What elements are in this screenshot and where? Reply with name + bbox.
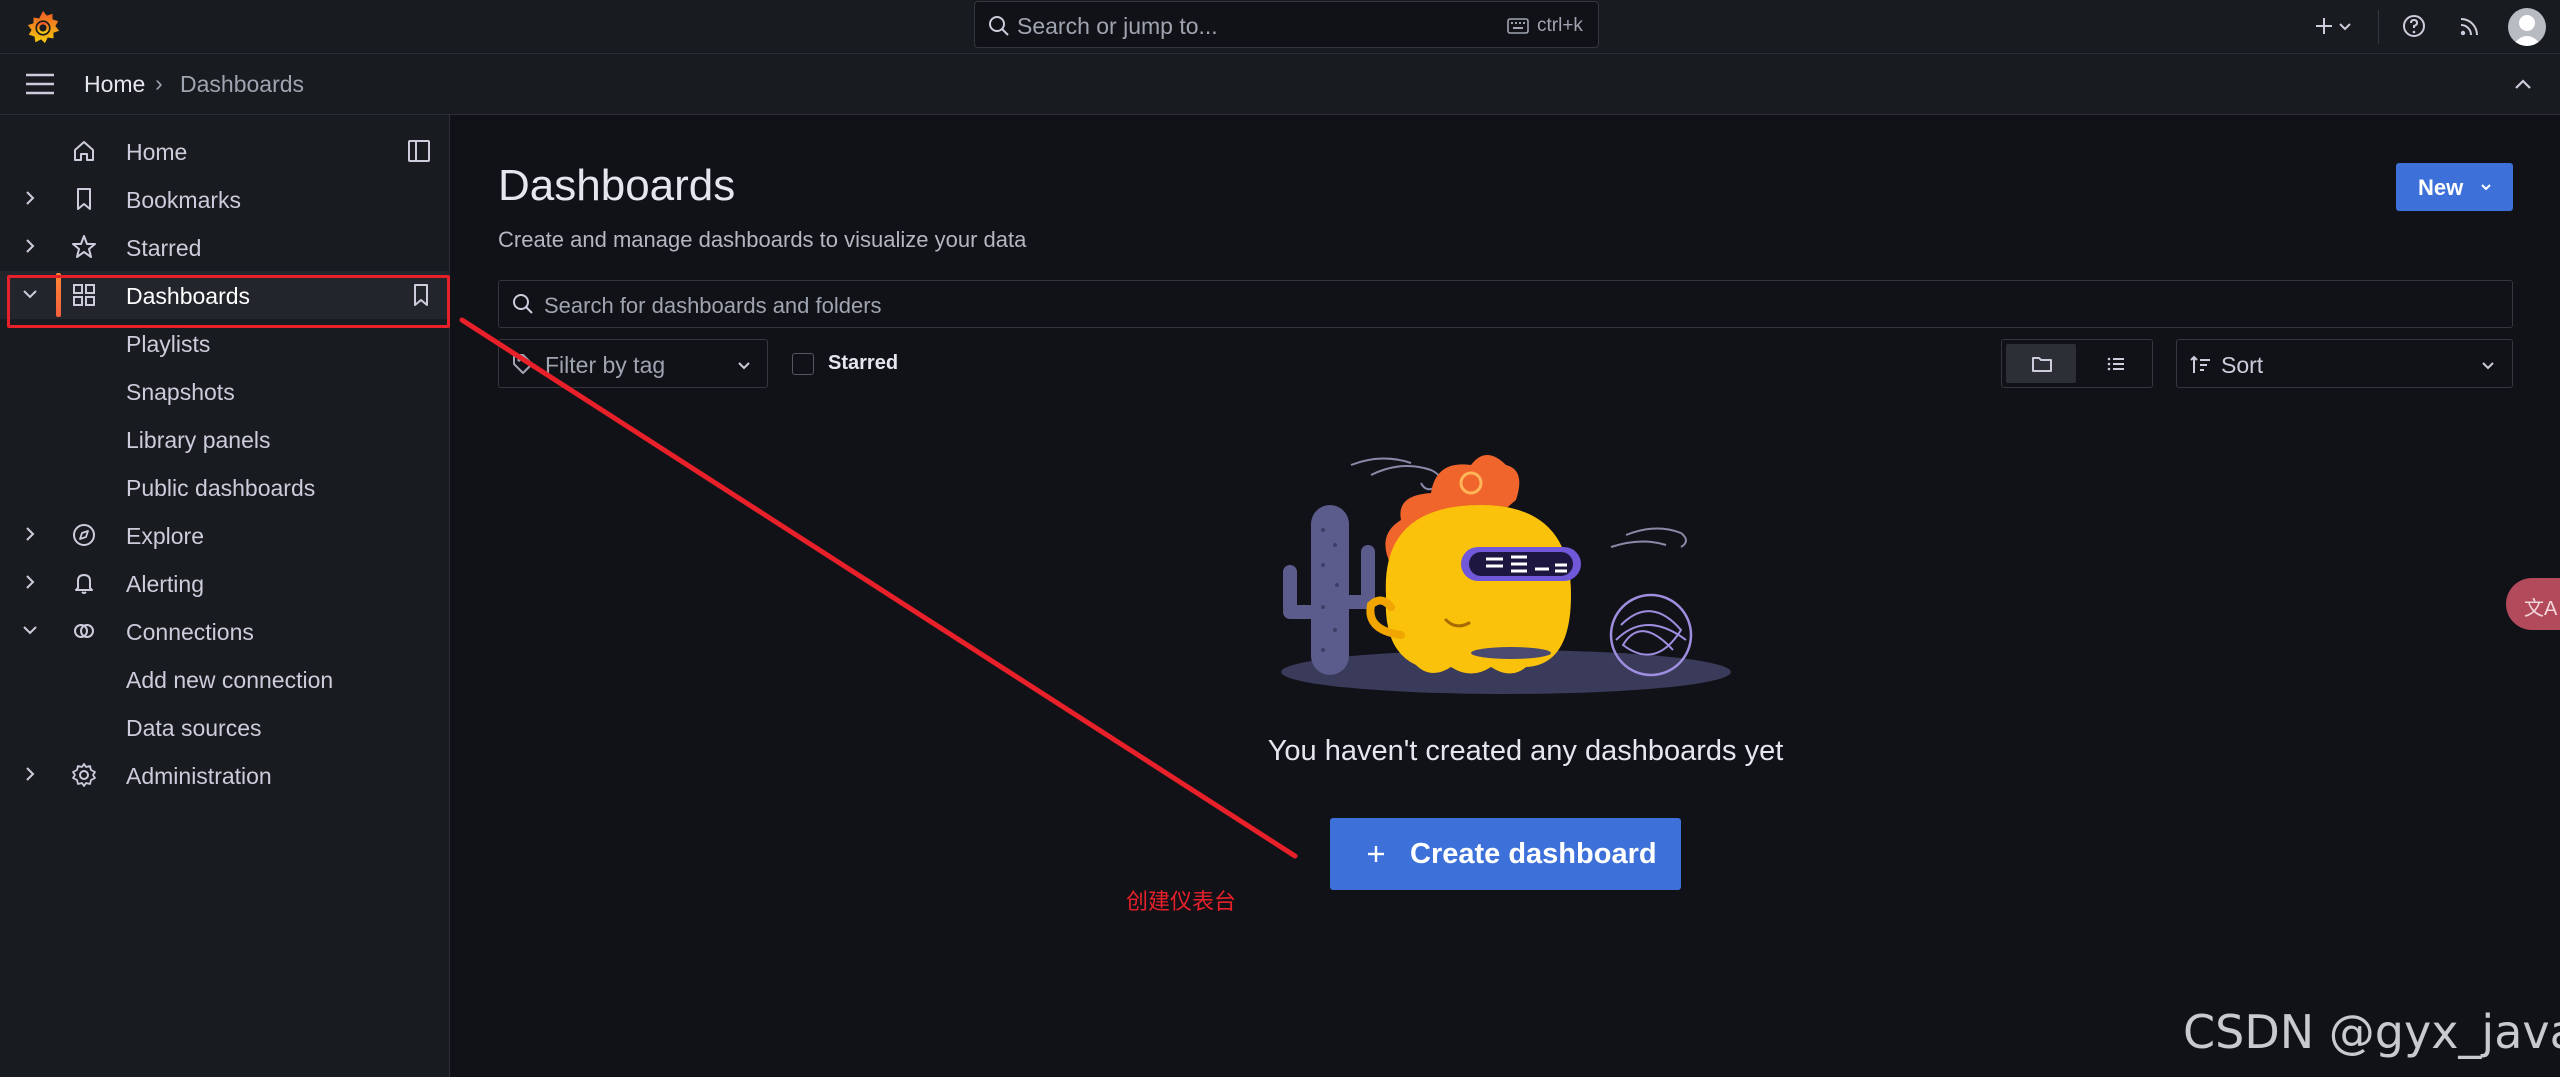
sidebar-item-label: Bookmarks bbox=[126, 187, 242, 213]
sidebar-item-explore[interactable]: Explore bbox=[0, 511, 450, 559]
chevron-right-icon[interactable] bbox=[20, 572, 40, 592]
user-icon bbox=[2512, 15, 2542, 46]
tag-icon bbox=[513, 354, 533, 374]
folder-view-button[interactable] bbox=[2006, 344, 2076, 383]
global-search[interactable]: Search or jump to... ctrl+k bbox=[974, 1, 1599, 48]
sidebar-item-public-dashboards[interactable]: Public dashboards bbox=[0, 463, 450, 511]
shortcut-label: ctrl+k bbox=[1537, 15, 1583, 36]
breadcrumb-separator: › bbox=[155, 70, 163, 96]
sidebar-item-bookmarks[interactable]: Bookmarks bbox=[0, 175, 450, 223]
bookmark-icon bbox=[77, 188, 91, 210]
breadcrumb: Home › Dashboards bbox=[0, 54, 2560, 115]
sidebar-item-label: Home bbox=[126, 139, 188, 165]
sort-amount-icon bbox=[2190, 355, 2210, 373]
annotation-label: 创建仪表台 bbox=[1126, 889, 1237, 914]
chevron-up-icon[interactable] bbox=[2510, 72, 2536, 98]
annotation-highlight-box bbox=[7, 275, 450, 328]
link-icon bbox=[74, 624, 94, 638]
new-button-label: New bbox=[2418, 175, 2464, 200]
page-title: Dashboards bbox=[498, 161, 736, 210]
translate-icon: 文A bbox=[2524, 598, 2558, 620]
sidebar-item-snapshots[interactable]: Snapshots bbox=[0, 367, 450, 415]
dashboard-search-input[interactable]: Search for dashboards and folders bbox=[498, 280, 2513, 328]
chevron-down-icon[interactable] bbox=[20, 620, 40, 640]
menu-icon[interactable] bbox=[24, 70, 56, 98]
sort-select[interactable]: Sort bbox=[2176, 339, 2513, 388]
sidebar-item-label: Playlists bbox=[126, 331, 211, 357]
sidebar-item-add-new-connection[interactable]: Add new connection bbox=[0, 655, 450, 703]
sort-placeholder: Sort bbox=[2221, 352, 2264, 378]
watermark: CSDN @gyx_java bbox=[2183, 1005, 2560, 1059]
sidebar-item-label: Add new connection bbox=[126, 667, 334, 693]
sidebar-item-label: Data sources bbox=[126, 715, 262, 741]
sidebar-item-starred[interactable]: Starred bbox=[0, 223, 450, 271]
starred-checkbox-label[interactable]: Starred bbox=[828, 352, 898, 375]
view-toggle bbox=[2001, 339, 2153, 388]
sidebar-item-administration[interactable]: Administration bbox=[0, 751, 450, 799]
create-dashboard-button[interactable]: Create dashboard bbox=[1330, 818, 1681, 890]
chevron-down-icon bbox=[2482, 362, 2494, 370]
keyboard-icon bbox=[1507, 18, 1529, 34]
sidebar-item-data-sources[interactable]: Data sources bbox=[0, 703, 450, 751]
top-bar: Search or jump to... ctrl+k bbox=[0, 0, 2560, 54]
sidebar: Home Bookmarks Starred Dashboards Playli… bbox=[0, 115, 450, 1077]
chevron-right-icon[interactable] bbox=[20, 188, 40, 208]
chevron-down-icon bbox=[2481, 184, 2491, 191]
gear-icon bbox=[72, 763, 96, 787]
plus-icon bbox=[1368, 846, 1384, 862]
compass-icon bbox=[73, 524, 95, 546]
star-icon bbox=[72, 235, 96, 258]
chevron-right-icon[interactable] bbox=[20, 764, 40, 784]
folder-icon bbox=[2032, 357, 2052, 372]
sidebar-item-label: Public dashboards bbox=[126, 475, 316, 501]
sidebar-item-alerting[interactable]: Alerting bbox=[0, 559, 450, 607]
help-icon[interactable] bbox=[2400, 12, 2428, 40]
page-subtitle: Create and manage dashboards to visualiz… bbox=[498, 227, 1027, 252]
chevron-right-icon[interactable] bbox=[20, 236, 40, 256]
search-icon bbox=[989, 16, 1009, 36]
main-content: Dashboards Create and manage dashboards … bbox=[451, 115, 2560, 1077]
dashboard-search-placeholder: Search for dashboards and folders bbox=[544, 293, 882, 318]
sidebar-item-label: Library panels bbox=[126, 427, 271, 453]
chevron-right-icon[interactable] bbox=[20, 524, 40, 544]
bell-icon bbox=[75, 574, 93, 594]
news-feed-icon[interactable] bbox=[2456, 12, 2484, 40]
breadcrumb-current: Dashboards bbox=[180, 71, 305, 97]
global-search-placeholder: Search or jump to... bbox=[1017, 13, 1218, 39]
filter-by-tag-placeholder: Filter by tag bbox=[545, 352, 666, 378]
new-button[interactable]: New bbox=[2396, 163, 2513, 211]
starred-checkbox[interactable] bbox=[792, 353, 814, 375]
home-icon bbox=[74, 141, 94, 161]
plus-icon[interactable] bbox=[2310, 12, 2338, 40]
sidebar-item-label: Alerting bbox=[126, 571, 204, 597]
grafana-logo-icon[interactable] bbox=[24, 8, 62, 46]
sidebar-item-label: Explore bbox=[126, 523, 204, 549]
sidebar-item-label: Starred bbox=[126, 235, 202, 261]
topbar-divider bbox=[2378, 10, 2379, 44]
empty-state-illustration bbox=[1281, 455, 1731, 694]
search-icon bbox=[513, 294, 533, 314]
user-avatar[interactable] bbox=[2508, 8, 2546, 46]
sidebar-item-connections[interactable]: Connections bbox=[0, 607, 450, 655]
empty-state-message: You haven't created any dashboards yet bbox=[1267, 735, 1784, 767]
sidebar-item-label: Administration bbox=[126, 763, 272, 789]
sidebar-item-label: Connections bbox=[126, 619, 254, 645]
translate-bubble[interactable]: 文A bbox=[2506, 578, 2560, 630]
sidebar-item-home[interactable]: Home bbox=[0, 127, 450, 175]
list-icon bbox=[2107, 357, 2124, 371]
list-view-button[interactable] bbox=[2080, 344, 2150, 383]
filter-by-tag-select[interactable]: Filter by tag bbox=[498, 339, 768, 388]
sidebar-item-label: Snapshots bbox=[126, 379, 235, 405]
sidebar-item-library-panels[interactable]: Library panels bbox=[0, 415, 450, 463]
chevron-down-icon bbox=[738, 362, 750, 370]
chevron-down-icon[interactable] bbox=[2336, 12, 2354, 40]
breadcrumb-home[interactable]: Home bbox=[84, 71, 145, 98]
create-dashboard-label: Create dashboard bbox=[1410, 838, 1657, 870]
